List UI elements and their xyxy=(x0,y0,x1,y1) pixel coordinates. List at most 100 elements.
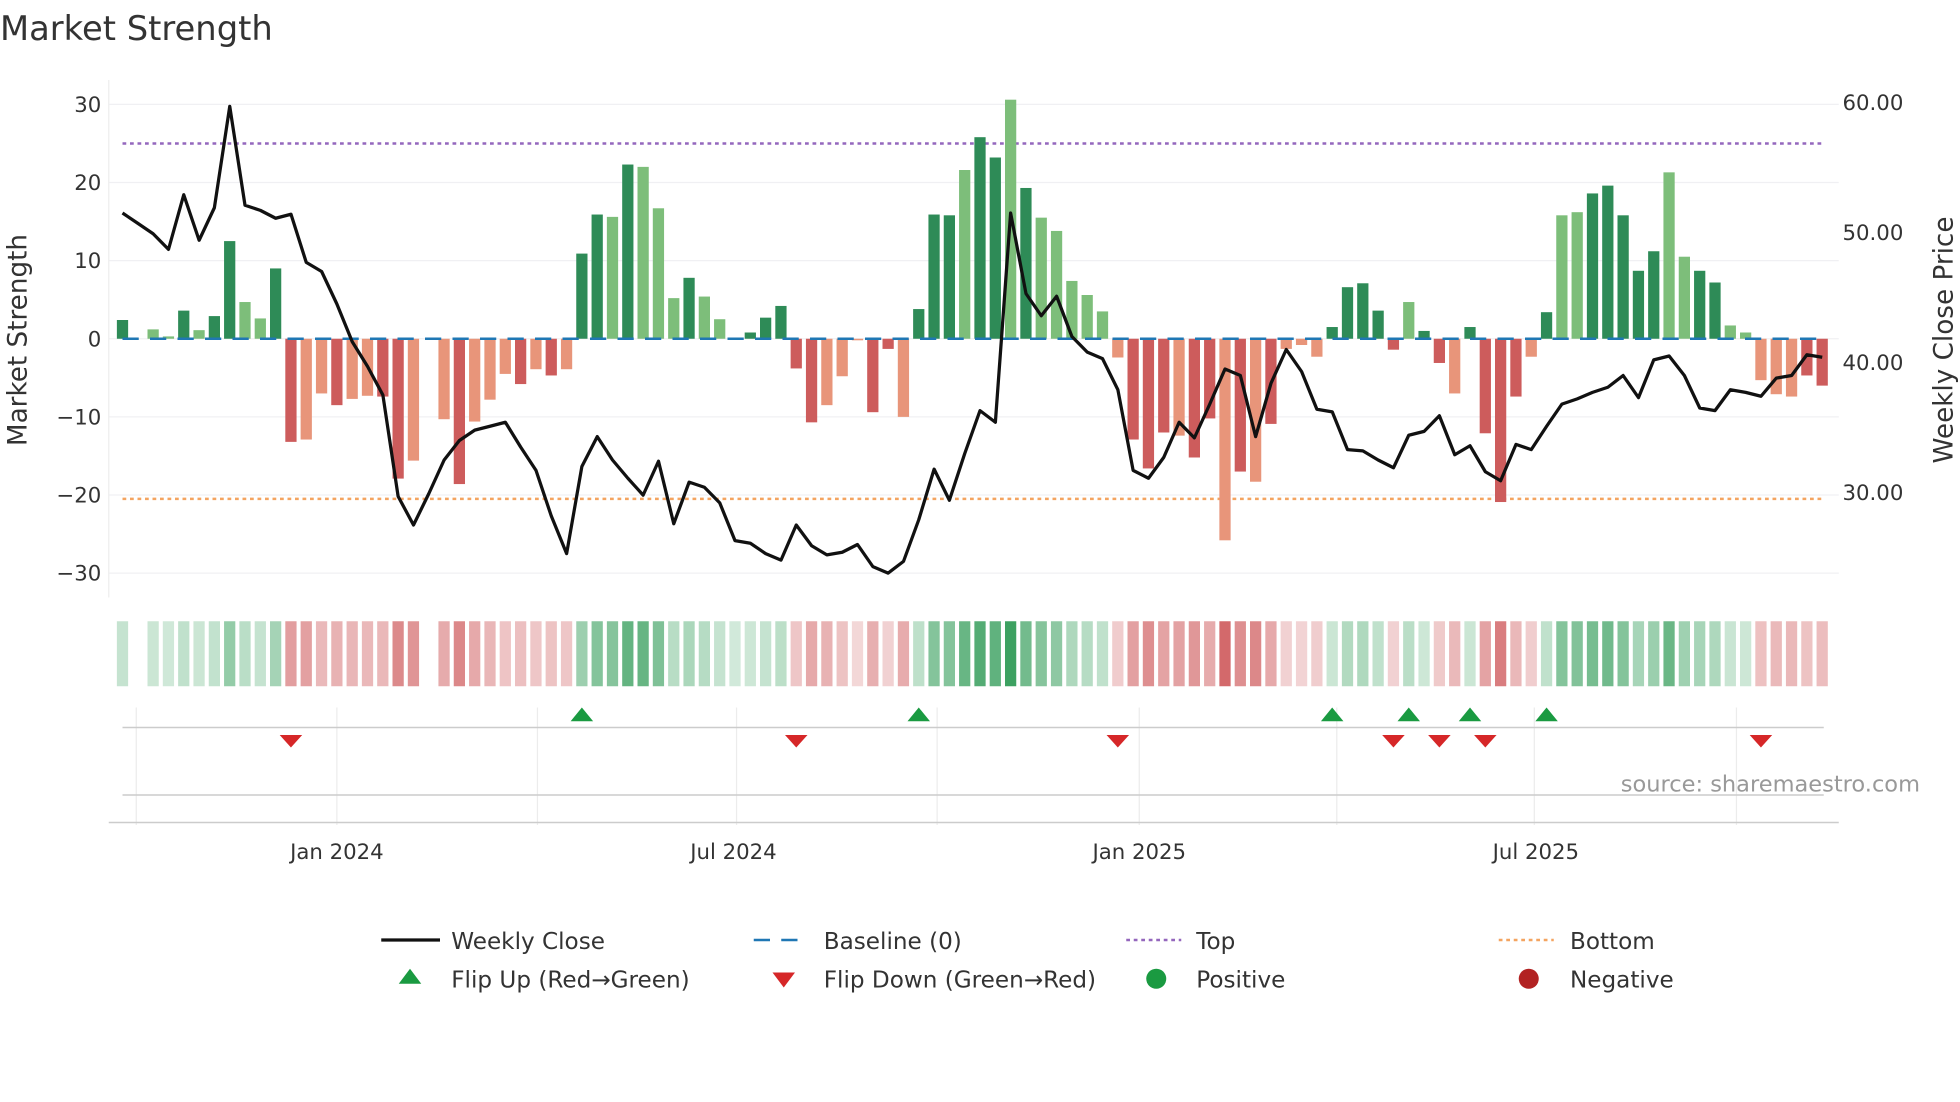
heat-cell xyxy=(178,621,190,687)
positive-bar xyxy=(989,157,1001,339)
heat-cell xyxy=(1326,621,1338,687)
heat-cell xyxy=(1586,621,1599,687)
negative-bar xyxy=(1510,338,1522,397)
heat-cell xyxy=(1556,621,1568,687)
flip-up-marker xyxy=(1535,707,1558,722)
heat-cell xyxy=(1449,621,1461,687)
negative-bar xyxy=(790,338,802,369)
heat-cell xyxy=(591,621,603,687)
heat-cell xyxy=(622,621,634,687)
negative-bar xyxy=(545,338,557,376)
positive-bar xyxy=(1081,295,1093,339)
heat-cell xyxy=(499,621,511,687)
positive-bar xyxy=(959,170,971,339)
heat-cell xyxy=(1694,621,1706,687)
source-credit: source: sharemaestro.com xyxy=(1621,771,1920,797)
positive-bar xyxy=(698,296,710,339)
flip-down-marker xyxy=(785,735,808,748)
heat-cell xyxy=(346,621,358,687)
legend-item-top[interactable]: Top xyxy=(1126,929,1235,955)
positive-bar xyxy=(1372,310,1384,339)
heat-cell xyxy=(1464,621,1476,687)
heat-cell xyxy=(1280,621,1292,687)
legend-item-flip-down[interactable]: Flip Down (Green→Red) xyxy=(772,968,1097,994)
positive-bar xyxy=(1663,172,1675,339)
heat-cell xyxy=(224,621,236,687)
positive-bar xyxy=(1617,215,1629,339)
heat-cell xyxy=(1341,621,1354,687)
heat-cell xyxy=(606,621,619,687)
legend-item-baseline[interactable]: Baseline (0) xyxy=(753,929,962,955)
heat-cell xyxy=(1571,621,1583,687)
y-tick-label: 10 xyxy=(74,249,101,274)
heat-cell xyxy=(438,621,450,687)
negative-bar xyxy=(560,338,573,370)
negative-bar xyxy=(1755,338,1767,381)
heat-cell xyxy=(1066,621,1078,687)
heat-cell xyxy=(392,621,404,687)
heat-cell xyxy=(1510,621,1522,687)
flip-up-marker xyxy=(1397,707,1420,722)
heat-cell xyxy=(1219,621,1231,687)
positive-bar xyxy=(1632,270,1645,339)
positive-bar xyxy=(714,319,726,339)
legend-item-flip-up[interactable]: Flip Up (Red→Green) xyxy=(398,968,690,994)
positive-bar xyxy=(1096,311,1109,339)
legend-item-weekly-close[interactable]: Weekly Close xyxy=(381,929,605,955)
positive-bar xyxy=(1586,193,1599,339)
y-tick-label: −20 xyxy=(56,484,101,509)
positive-bar xyxy=(622,164,634,339)
flip-down-marker xyxy=(1749,735,1773,748)
negative-bar xyxy=(315,338,328,394)
heat-cell xyxy=(775,621,787,687)
threshold-lines xyxy=(122,142,1824,501)
positive-bar xyxy=(1556,215,1568,339)
negative-bar xyxy=(867,338,879,413)
heat-cell xyxy=(116,621,129,687)
heat-cell xyxy=(729,621,741,687)
positive-bar xyxy=(239,302,251,339)
negative-bar xyxy=(1387,338,1400,350)
positive-bar xyxy=(1571,212,1583,339)
left-axis-label: Market Strength xyxy=(3,234,33,446)
positive-bar xyxy=(652,208,665,339)
negative-bar xyxy=(515,338,527,385)
heat-cell xyxy=(1755,621,1767,687)
legend-item-negative[interactable]: Negative xyxy=(1518,968,1674,994)
heat-cell xyxy=(1050,621,1063,687)
negative-bar xyxy=(836,338,848,377)
heat-cell xyxy=(1204,621,1216,687)
legend-item-bottom[interactable]: Bottom xyxy=(1498,929,1655,955)
negative-bar xyxy=(1525,338,1537,357)
y-tick-label: 20 xyxy=(74,171,101,196)
negative-bar xyxy=(438,338,450,420)
heat-cell xyxy=(913,621,925,687)
heat-cell xyxy=(331,621,343,687)
heat-cell xyxy=(1525,621,1537,687)
heat-cell xyxy=(1005,621,1017,687)
positive-bar xyxy=(744,332,756,339)
strength-bars xyxy=(116,99,1828,541)
negative-bar xyxy=(1311,338,1323,357)
positive-bar xyxy=(1050,230,1063,339)
heat-cell xyxy=(1357,621,1369,687)
right-y-ticks: 60.00 50.00 40.00 30.00 xyxy=(1843,91,1904,506)
flip-up-marker xyxy=(907,707,930,722)
circle-icon xyxy=(1146,968,1167,989)
positive-bar xyxy=(576,253,588,339)
heat-cell xyxy=(1081,621,1093,687)
x-tick-label: Jan 2025 xyxy=(1090,840,1186,865)
positive-bar xyxy=(591,214,603,339)
legend-item-positive[interactable]: Positive xyxy=(1146,968,1285,994)
negative-bar xyxy=(821,338,833,406)
positive-bar xyxy=(1341,287,1354,339)
heat-cell xyxy=(484,621,496,687)
legend-label: Flip Down (Green→Red) xyxy=(824,968,1096,994)
heat-cell xyxy=(560,621,573,687)
flip-up-marker xyxy=(1320,707,1344,722)
legend-label: Positive xyxy=(1196,968,1285,994)
positive-bar xyxy=(1357,283,1369,339)
flip-down-marker xyxy=(1106,735,1130,748)
heat-cell xyxy=(821,621,833,687)
heat-cell xyxy=(698,621,710,687)
